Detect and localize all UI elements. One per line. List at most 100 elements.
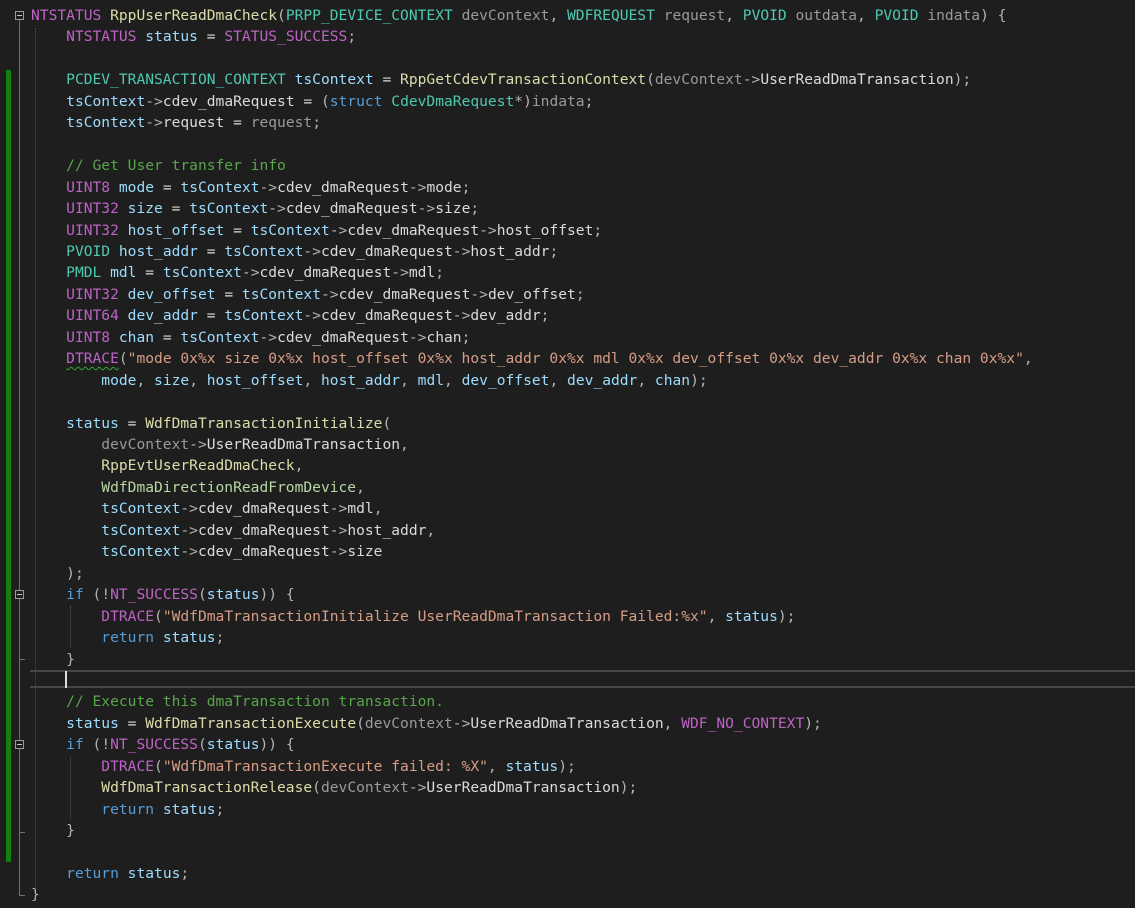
code-line[interactable]: } xyxy=(31,649,75,670)
changed-lines-indicator xyxy=(6,70,11,862)
code-line[interactable]: // Get User transfer info xyxy=(31,155,286,176)
code-line[interactable]: WdfDmaDirectionReadFromDevice, xyxy=(31,477,365,498)
code-line[interactable]: UINT32 dev_offset = tsContext->cdev_dmaR… xyxy=(31,284,584,305)
code-line[interactable]: tsContext->cdev_dmaRequest->host_addr, xyxy=(31,520,435,541)
code-token: devContext xyxy=(101,436,190,453)
fold-collapse-icon[interactable] xyxy=(15,590,24,599)
fold-collapse-icon[interactable] xyxy=(15,11,24,20)
code-token: cdev_dmaRequest xyxy=(338,285,471,303)
code-line[interactable]: tsContext->cdev_dmaRequest = (struct Cde… xyxy=(31,91,593,112)
code-token: tsContext xyxy=(180,328,260,346)
code-line[interactable]: } xyxy=(31,820,75,841)
code-line[interactable]: PCDEV_TRANSACTION_CONTEXT tsContext = Rp… xyxy=(31,69,971,90)
code-line[interactable]: return status; xyxy=(31,627,224,648)
code-line[interactable]: DTRACE("WdfDmaTransactionExecute failed:… xyxy=(31,756,575,777)
code-token: indata xyxy=(927,7,981,24)
code-token: -> xyxy=(391,264,409,282)
code-line[interactable]: DTRACE("mode 0x%x size 0x%x host_offset … xyxy=(31,348,1033,369)
code-token: cdev_dmaRequest xyxy=(277,328,409,346)
code-editor[interactable]: NTSTATUS RppUserReadDmaCheck(PRPP_DEVICE… xyxy=(0,0,1135,908)
code-token: UserReadDmaTransaction xyxy=(426,779,620,797)
code-line[interactable]: PMDL mdl = tsContext->cdev_dmaRequest->m… xyxy=(31,262,444,283)
code-line[interactable]: return status; xyxy=(31,863,189,884)
code-token: -> xyxy=(303,307,321,325)
code-token: ; xyxy=(180,865,190,882)
code-token: ( xyxy=(154,757,163,775)
code-token: tsContext xyxy=(241,285,321,303)
code-line[interactable]: WdfDmaTransactionRelease(devContext->Use… xyxy=(31,777,637,798)
code-token: ; xyxy=(593,221,603,239)
code-token: -> xyxy=(259,178,278,196)
code-line[interactable]: } xyxy=(31,884,40,905)
code-line[interactable]: NTSTATUS RppUserReadDmaCheck(PRPP_DEVICE… xyxy=(31,5,1006,26)
code-token: PRPP_DEVICE_CONTEXT xyxy=(285,7,453,24)
code-line[interactable]: PVOID host_addr = tsContext->cdev_dmaReq… xyxy=(31,241,558,262)
code-line[interactable]: mode, size, host_offset, host_addr, mdl,… xyxy=(31,370,707,391)
code-line[interactable]: status = WdfDmaTransactionInitialize( xyxy=(31,413,391,434)
code-token: dev_offset xyxy=(127,285,216,303)
code-line[interactable]: UINT8 mode = tsContext->cdev_dmaRequest-… xyxy=(31,177,470,198)
code-line[interactable]: if (!NT_SUCCESS(status)) { xyxy=(31,734,295,755)
code-token: ( xyxy=(197,586,207,604)
code-line[interactable]: UINT32 host_offset = tsContext->cdev_dma… xyxy=(31,220,602,241)
code-line[interactable]: UINT32 size = tsContext->cdev_dmaRequest… xyxy=(31,198,479,219)
code-token: -> xyxy=(180,521,198,539)
code-line[interactable]: return status; xyxy=(31,799,224,820)
code-token: request xyxy=(250,114,313,132)
code-token: indata xyxy=(531,92,585,110)
code-line[interactable]: tsContext->cdev_dmaRequest->mdl, xyxy=(31,498,382,519)
code-token: , xyxy=(294,457,304,475)
code-line[interactable]: status = WdfDmaTransactionExecute(devCon… xyxy=(31,713,822,734)
code-token: if xyxy=(66,586,84,604)
code-token: ( xyxy=(320,92,330,110)
code-token: -> xyxy=(268,200,286,217)
code-token: UINT32 xyxy=(66,285,119,303)
code-token: , xyxy=(426,521,436,539)
code-line[interactable]: tsContext->request = request; xyxy=(31,112,321,133)
code-token: NTSTATUS xyxy=(66,28,137,46)
code-token: -> xyxy=(259,328,278,346)
code-line[interactable]: UINT8 chan = tsContext->cdev_dmaRequest-… xyxy=(31,327,470,348)
code-token: CdevDmaRequest xyxy=(391,92,515,110)
code-token: ( xyxy=(118,350,128,368)
code-line[interactable]: UINT64 dev_addr = tsContext->cdev_dmaReq… xyxy=(31,305,549,326)
code-token: = xyxy=(197,307,225,325)
code-line[interactable]: NTSTATUS status = STATUS_SUCCESS; xyxy=(31,26,356,47)
code-token: tsContext xyxy=(189,200,269,217)
code-token: chan xyxy=(654,371,691,389)
code-line[interactable]: RppEvtUserReadDmaCheck, xyxy=(31,455,303,476)
fold-collapse-icon[interactable] xyxy=(15,740,24,749)
code-line[interactable]: if (!NT_SUCCESS(status)) { xyxy=(31,584,295,605)
code-token: = xyxy=(136,264,163,282)
code-line[interactable]: DTRACE("WdfDmaTransactionInitialize User… xyxy=(31,606,795,627)
code-line[interactable]: devContext->UserReadDmaTransaction, xyxy=(31,434,409,455)
code-token: tsContext xyxy=(162,264,242,282)
code-token: ); xyxy=(777,607,796,625)
code-line[interactable]: // Execute this dmaTransaction transacti… xyxy=(31,691,444,712)
code-token: -> xyxy=(145,114,163,132)
code-line[interactable]: tsContext->cdev_dmaRequest->size xyxy=(31,541,382,562)
code-token: -> xyxy=(408,178,427,196)
code-token: mdl xyxy=(408,264,436,282)
code-token: WDFREQUEST xyxy=(567,7,655,24)
code-line[interactable]: ); xyxy=(31,563,84,584)
code-token: ( xyxy=(154,607,163,625)
code-token: // Execute this dmaTransaction transacti… xyxy=(66,693,444,711)
